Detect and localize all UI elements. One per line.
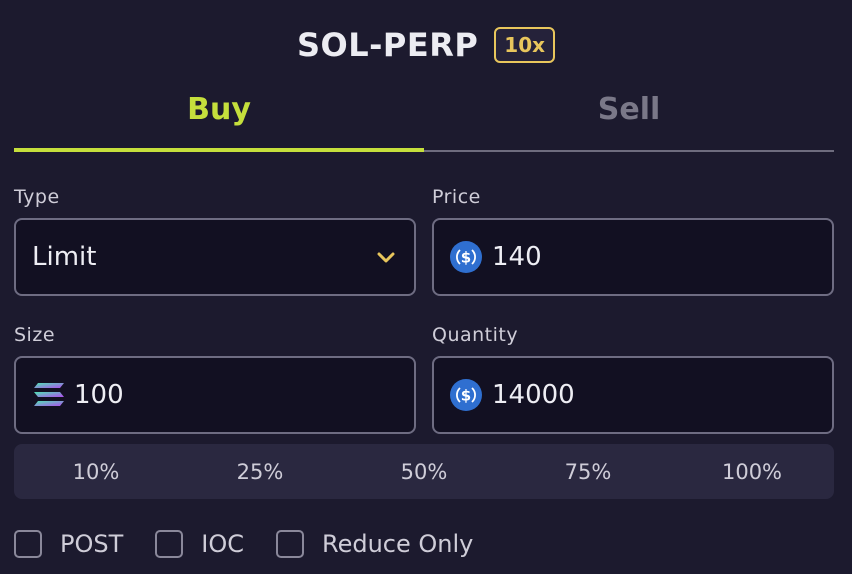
reduce-only-label: Reduce Only — [322, 530, 474, 558]
quantity-input[interactable]: $ 14000 — [432, 356, 834, 434]
order-panel: SOL-PERP 10x Buy Sell Type Limit Price $… — [0, 0, 852, 574]
size-input[interactable]: 100 — [14, 356, 416, 434]
tab-buy[interactable]: Buy — [14, 88, 424, 152]
chevron-down-icon — [374, 245, 398, 269]
pct-button-10[interactable]: 10% — [14, 460, 178, 484]
pct-button-75[interactable]: 75% — [506, 460, 670, 484]
post-label: POST — [60, 530, 124, 558]
option-reduce-only[interactable]: Reduce Only — [276, 530, 473, 558]
sol-icon — [32, 381, 66, 409]
quantity-value: 14000 — [492, 380, 575, 410]
option-ioc[interactable]: IOC — [155, 530, 244, 558]
tab-sell[interactable]: Sell — [424, 88, 834, 152]
side-tabs: Buy Sell — [14, 88, 834, 152]
reduce-only-checkbox[interactable] — [276, 530, 304, 558]
type-label: Type — [14, 186, 60, 208]
header: SOL-PERP 10x — [0, 22, 852, 68]
svg-text:$: $ — [461, 387, 471, 405]
svg-text:$: $ — [461, 249, 471, 267]
type-value: Limit — [32, 242, 97, 272]
pct-button-100[interactable]: 100% — [670, 460, 834, 484]
ioc-checkbox[interactable] — [155, 530, 184, 558]
pct-button-50[interactable]: 50% — [342, 460, 506, 484]
leverage-badge[interactable]: 10x — [494, 27, 556, 63]
price-input[interactable]: $ 140 — [432, 218, 834, 296]
price-value: 140 — [492, 242, 542, 272]
option-post[interactable]: POST — [14, 530, 123, 558]
ioc-label: IOC — [201, 530, 244, 558]
market-name: SOL-PERP — [296, 26, 479, 64]
pct-button-25[interactable]: 25% — [178, 460, 342, 484]
usdc-icon: $ — [450, 241, 482, 273]
order-options: POST IOC Reduce Only — [14, 530, 505, 558]
size-value: 100 — [74, 380, 124, 410]
price-label: Price — [432, 186, 481, 208]
size-label: Size — [14, 324, 56, 346]
quantity-label: Quantity — [432, 324, 519, 346]
post-checkbox[interactable] — [14, 530, 42, 558]
type-select[interactable]: Limit — [14, 218, 416, 296]
usdc-icon: $ — [450, 379, 482, 411]
percentage-bar: 10% 25% 50% 75% 100% — [14, 444, 834, 499]
